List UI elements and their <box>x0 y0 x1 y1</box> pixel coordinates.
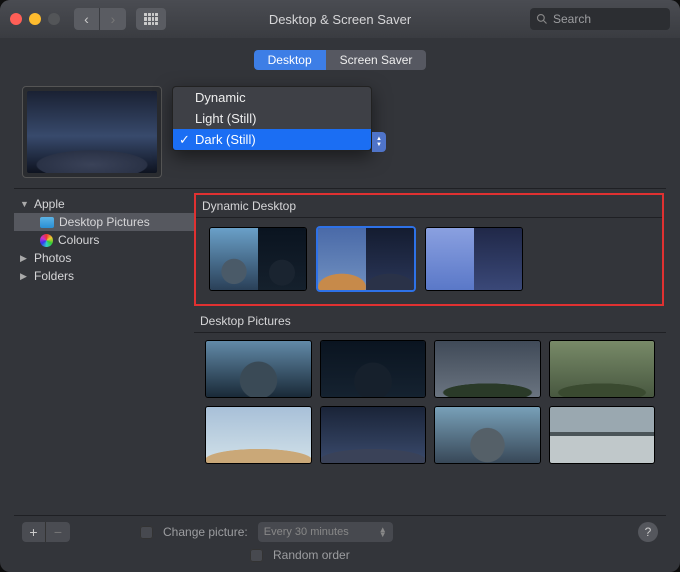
body: Desktop Screen Saver Dynamic Light (Stil… <box>0 38 680 572</box>
dynamic-desktop-highlight: Dynamic Desktop <box>194 193 664 306</box>
dropdown-option[interactable]: Light (Still) <box>173 108 371 129</box>
wallpaper-thumb[interactable] <box>435 407 540 463</box>
bottom-bar: + − Change picture: Every 30 minutes ▲▼ … <box>14 515 666 542</box>
main-area: ▼ Apple Desktop Pictures Colours ▶ Photo… <box>14 188 666 505</box>
dynamic-thumb-gradient[interactable] <box>426 228 522 290</box>
random-order-label: Random order <box>273 548 350 562</box>
wallpaper-thumb[interactable] <box>321 341 426 397</box>
grid-icon <box>144 13 158 25</box>
wallpaper-thumb[interactable] <box>435 341 540 397</box>
wallpaper-thumb[interactable] <box>206 407 311 463</box>
disclosure-triangle-icon[interactable]: ▼ <box>20 199 29 209</box>
dynamic-thumbs <box>196 218 662 304</box>
wallpaper-thumb[interactable] <box>550 341 655 397</box>
tab-screensaver[interactable]: Screen Saver <box>326 50 427 70</box>
dynamic-thumb-catalina[interactable] <box>210 228 306 290</box>
sidebar-group-folders[interactable]: ▶ Folders <box>14 267 194 285</box>
search-field[interactable]: Search <box>530 8 670 30</box>
add-button[interactable]: + <box>22 522 46 542</box>
dropdown-option[interactable]: Dynamic <box>173 87 371 108</box>
window-controls <box>10 13 60 25</box>
add-remove-source: + − <box>22 522 70 542</box>
disclosure-triangle-icon[interactable]: ▶ <box>20 271 29 282</box>
wallpaper-content: Dynamic Desktop Desktop Pi <box>194 193 666 505</box>
nav-buttons: ‹ › <box>74 8 126 30</box>
chevron-updown-icon: ▲▼ <box>379 527 387 537</box>
back-button[interactable]: ‹ <box>74 8 100 30</box>
interval-select[interactable]: Every 30 minutes ▲▼ <box>258 522 393 542</box>
tab-desktop[interactable]: Desktop <box>254 50 326 70</box>
desktop-pictures-grid <box>194 333 666 463</box>
titlebar: ‹ › Desktop & Screen Saver Search <box>0 0 680 38</box>
sidebar-item-colours[interactable]: Colours <box>14 231 194 249</box>
prefs-window: { "titlebar": { "title": "Desktop & Scre… <box>0 0 680 572</box>
source-sidebar: ▼ Apple Desktop Pictures Colours ▶ Photo… <box>14 193 194 505</box>
forward-button: › <box>100 8 126 30</box>
random-order-checkbox[interactable] <box>250 549 263 562</box>
appearance-dropdown[interactable]: Dynamic Light (Still) Dark (Still) ▲▼ <box>172 86 372 151</box>
minimize-icon[interactable] <box>29 13 41 25</box>
search-icon <box>536 13 548 25</box>
change-picture-checkbox[interactable] <box>140 526 153 539</box>
zoom-icon[interactable] <box>48 13 60 25</box>
show-all-button[interactable] <box>136 8 166 30</box>
wallpaper-thumb[interactable] <box>206 341 311 397</box>
dropdown-option-selected[interactable]: Dark (Still) <box>173 129 371 150</box>
sidebar-group-photos[interactable]: ▶ Photos <box>14 249 194 267</box>
section-title-dynamic: Dynamic Desktop <box>196 195 662 217</box>
wallpaper-thumb[interactable] <box>321 407 426 463</box>
search-placeholder: Search <box>553 12 591 26</box>
colour-wheel-icon <box>40 234 53 247</box>
change-picture-label: Change picture: <box>163 525 248 539</box>
close-icon[interactable] <box>10 13 22 25</box>
wallpaper-thumb[interactable] <box>550 407 655 463</box>
help-button[interactable]: ? <box>638 522 658 542</box>
dynamic-thumb-mojave[interactable] <box>318 228 414 290</box>
sidebar-group-apple[interactable]: ▼ Apple <box>14 195 194 213</box>
remove-button: − <box>46 522 70 542</box>
sidebar-item-desktop-pictures[interactable]: Desktop Pictures <box>14 213 194 231</box>
disclosure-triangle-icon[interactable]: ▶ <box>20 253 29 264</box>
folder-icon <box>40 217 54 228</box>
dropdown-stepper-icon[interactable]: ▲▼ <box>372 132 386 152</box>
preview-row: Dynamic Light (Still) Dark (Still) ▲▼ <box>14 80 666 178</box>
wallpaper-preview <box>22 86 162 178</box>
tab-bar: Desktop Screen Saver <box>14 50 666 70</box>
wallpaper-preview-image <box>27 91 157 173</box>
section-title-pictures: Desktop Pictures <box>194 310 666 332</box>
